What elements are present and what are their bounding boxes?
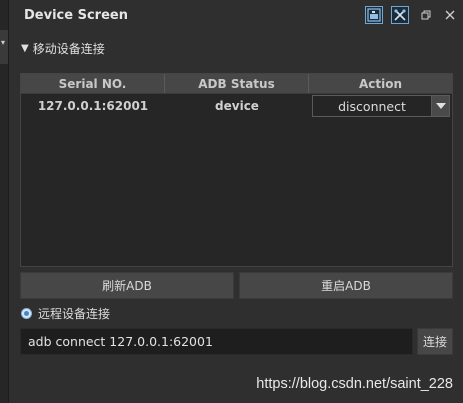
- restore-icon[interactable]: [419, 8, 433, 22]
- left-dock-strip: ▾: [0, 0, 9, 403]
- status-cell: device: [215, 99, 259, 113]
- refresh-adb-button[interactable]: 刷新ADB: [20, 272, 234, 299]
- table-row[interactable]: 127.0.0.1:62001 device disconnect: [21, 94, 452, 118]
- table-header: Serial NO. ADB Status Action: [21, 74, 452, 94]
- column-header-serial[interactable]: Serial NO.: [21, 74, 165, 93]
- serial-cell: 127.0.0.1:62001: [37, 99, 149, 113]
- remote-label: 远程设备连接: [38, 307, 111, 321]
- tools-icon[interactable]: [391, 6, 409, 24]
- device-table: Serial NO. ADB Status Action 127.0.0.1:6…: [20, 73, 453, 267]
- column-header-action[interactable]: Action: [309, 74, 452, 93]
- action-cell: disconnect: [309, 95, 452, 117]
- radio-dot: [24, 311, 29, 316]
- panel-titlebar: Device Screen: [10, 0, 463, 30]
- watermark-text: https://blog.csdn.net/saint_228: [256, 376, 453, 392]
- action-select[interactable]: disconnect: [312, 95, 450, 117]
- restart-adb-button[interactable]: 重启ADB: [239, 272, 453, 299]
- mobile-device-section-header[interactable]: ▼ 移动设备连接: [21, 40, 105, 57]
- column-header-status[interactable]: ADB Status: [165, 74, 309, 93]
- device-screen-panel: Device Screen ▼ 移动设备连接 Serial NO. ADB St…: [10, 0, 463, 403]
- screen-icon[interactable]: [365, 6, 383, 24]
- remote-device-option[interactable]: 远程设备连接: [21, 305, 110, 322]
- adb-command-input[interactable]: adb connect 127.0.0.1:62001: [20, 328, 413, 355]
- panel-title: Device Screen: [24, 7, 128, 23]
- chevron-down-icon[interactable]: [431, 96, 449, 116]
- action-select-value: disconnect: [338, 98, 406, 114]
- dock-arrow-icon: ▾: [1, 38, 6, 47]
- remote-radio[interactable]: [21, 308, 32, 319]
- connect-button[interactable]: 连接: [417, 328, 453, 355]
- close-icon[interactable]: [443, 8, 457, 22]
- collapse-arrow-icon: ▼: [21, 43, 29, 54]
- dock-tab[interactable]: [0, 30, 8, 64]
- title-icons: [357, 6, 457, 24]
- section-label: 移动设备连接: [32, 42, 105, 56]
